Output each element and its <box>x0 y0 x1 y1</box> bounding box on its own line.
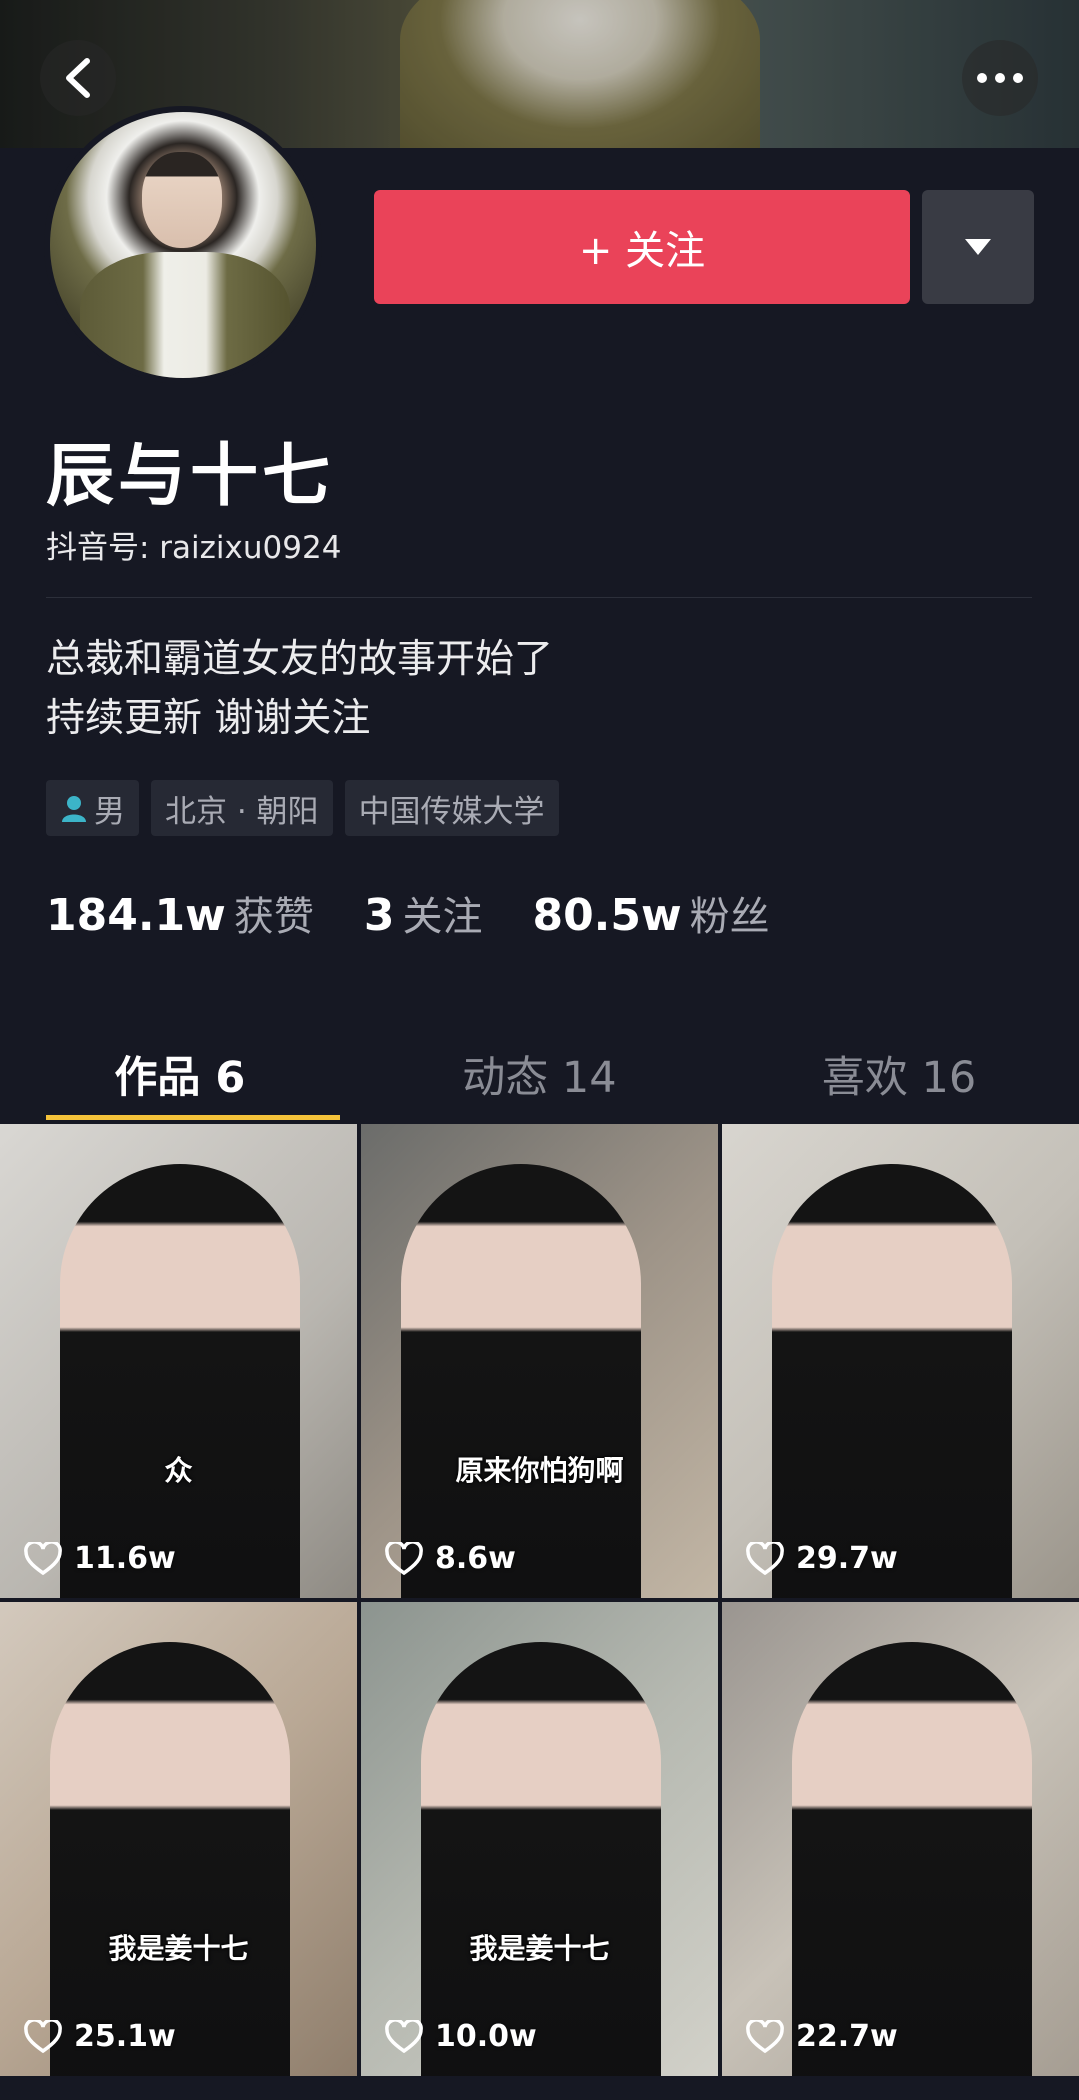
location-tag: 北京 · 朝阳 <box>151 780 333 836</box>
back-arrow-icon <box>66 58 90 98</box>
recommend-dropdown-button[interactable] <box>922 190 1034 304</box>
heart-icon <box>385 2019 423 2053</box>
triangle-down-icon <box>965 239 991 255</box>
video-thumbnail[interactable]: 22.7w <box>722 1602 1079 2076</box>
profile-name: 辰与十七 <box>46 437 335 516</box>
more-dots-icon <box>977 73 1023 83</box>
video-likes: 11.6w <box>24 1541 176 1576</box>
heart-icon <box>385 1541 423 1575</box>
tab-moments[interactable]: 动态 14 <box>360 1024 720 1124</box>
video-thumbnail[interactable]: 原来你怕狗啊 8.6w <box>361 1124 718 1598</box>
tab-likes[interactable]: 喜欢 16 <box>719 1024 1079 1124</box>
video-thumbnail[interactable]: 众 11.6w <box>0 1124 357 1598</box>
heart-icon <box>746 2019 784 2053</box>
gender-tag: 男 <box>46 780 139 836</box>
video-likes: 10.0w <box>385 2019 537 2054</box>
follow-button[interactable]: + 关注 <box>374 190 910 304</box>
video-caption: 众 <box>164 1454 193 1487</box>
douyin-id: 抖音号: raizixu0924 <box>46 530 342 566</box>
tab-works[interactable]: 作品 6 <box>0 1024 360 1124</box>
bio: 总裁和霸道女友的故事开始了 持续更新 谢谢关注 <box>46 630 553 748</box>
stat-likes: 184.1w 获赞 <box>46 890 314 941</box>
heart-icon <box>746 1541 784 1575</box>
divider <box>46 597 1032 598</box>
back-button[interactable] <box>40 40 116 116</box>
video-likes: 22.7w <box>746 2019 898 2054</box>
video-caption: 我是姜十七 <box>469 1932 610 1965</box>
follow-button-label: + 关注 <box>578 228 706 274</box>
heart-icon <box>24 1541 62 1575</box>
stat-followers[interactable]: 80.5w 粉丝 <box>532 884 769 942</box>
video-thumbnail[interactable]: 我是姜十七 10.0w <box>361 1602 718 2076</box>
bio-line: 总裁和霸道女友的故事开始了 <box>46 637 554 682</box>
profile-tags: 男 北京 · 朝阳 中国传媒大学 <box>46 780 559 836</box>
heart-icon <box>24 2019 62 2053</box>
profile-stats: 184.1w 获赞 3 关注 80.5w 粉丝 <box>46 884 770 942</box>
video-thumbnail[interactable]: 我是姜十七 25.1w <box>0 1602 357 2076</box>
video-likes: 8.6w <box>385 1541 516 1576</box>
school-tag: 中国传媒大学 <box>344 780 559 836</box>
video-likes: 25.1w <box>24 2019 176 2054</box>
video-thumbnail[interactable]: 29.7w <box>722 1124 1079 1598</box>
bio-line: 持续更新 谢谢关注 <box>46 696 371 741</box>
video-caption: 原来你怕狗啊 <box>455 1454 624 1487</box>
more-button[interactable] <box>962 40 1038 116</box>
gender-male-icon <box>60 794 88 822</box>
video-likes: 29.7w <box>746 1541 898 1576</box>
video-caption: 我是姜十七 <box>108 1932 249 1965</box>
video-grid: 众 11.6w 原来你怕狗啊 8.6w 29.7w 我是姜十七 25.1w 我是… <box>0 1124 1079 2076</box>
avatar[interactable] <box>44 106 322 384</box>
stat-following[interactable]: 3 关注 <box>364 884 483 942</box>
content-tabs: 作品 6 动态 14 喜欢 16 <box>0 1024 1079 1124</box>
